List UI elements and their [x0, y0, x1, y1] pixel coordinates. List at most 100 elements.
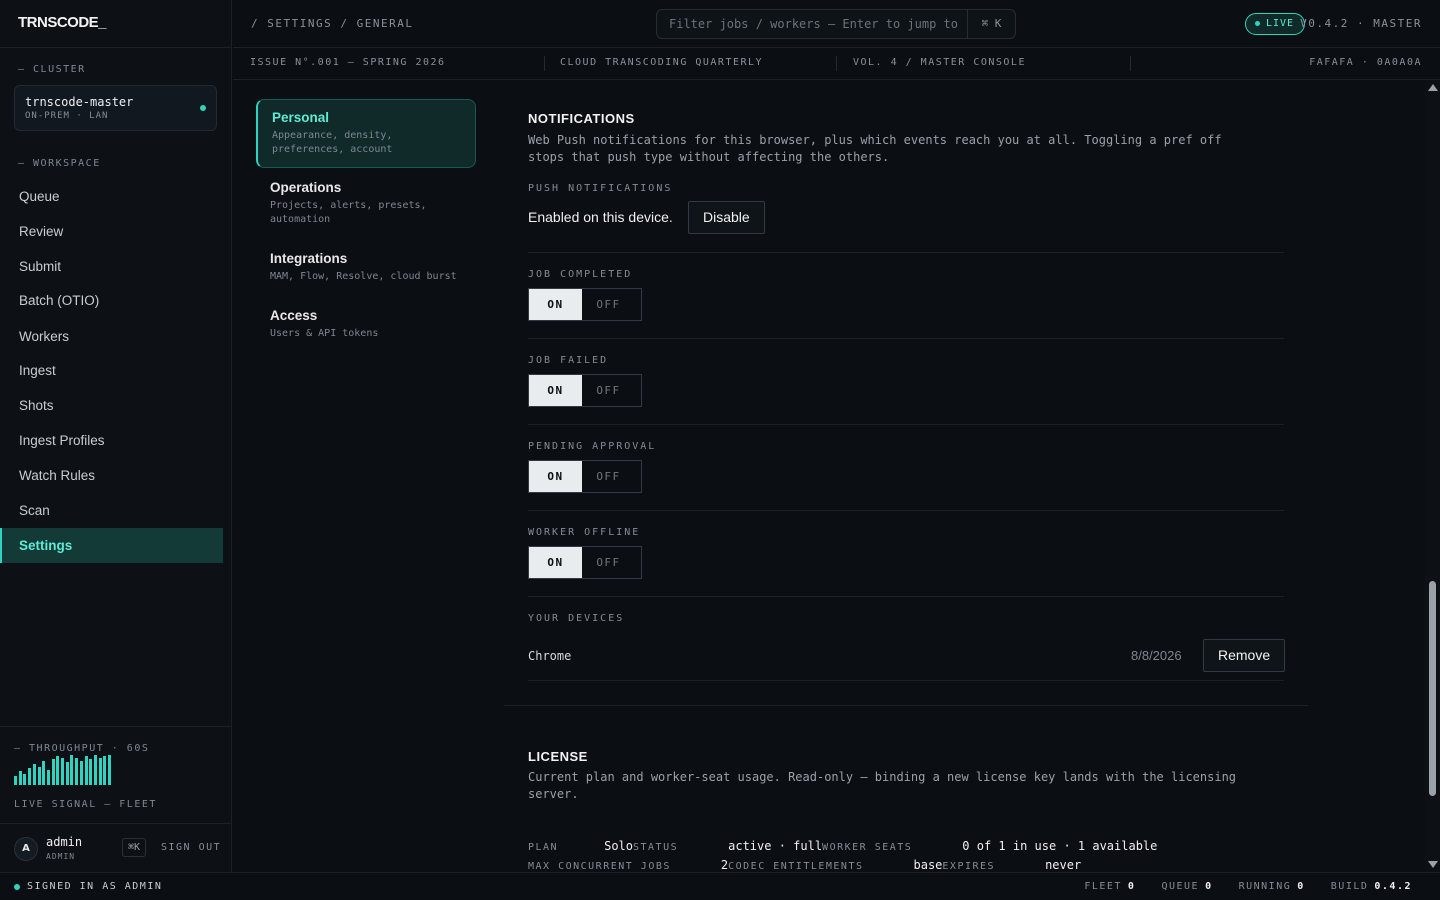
user-name: admin	[46, 835, 83, 849]
search-box: ⌘ K	[656, 9, 1016, 39]
expires-key: EXPIRES	[942, 861, 996, 872]
throughput-bar	[75, 758, 79, 785]
status-value: active · full	[728, 839, 823, 853]
subnav-title: Access	[270, 308, 318, 323]
subnav-title: Integrations	[270, 251, 348, 266]
sidebar-item-ingest[interactable]: Ingest	[0, 353, 223, 388]
command-palette-shortcut[interactable]: ⌘K	[122, 838, 147, 857]
section-divider	[528, 680, 1284, 681]
subnav-item-personal[interactable]: Personal Appearance, density, preference…	[256, 99, 476, 168]
settings-content: NOTIFICATIONS Web Push notifications for…	[504, 80, 1424, 872]
queue-stat: QUEUE 0	[1161, 881, 1212, 892]
subnav-item-integrations[interactable]: Integrations MAM, Flow, Resolve, cloud b…	[256, 241, 476, 294]
section-divider	[528, 510, 1284, 511]
sidebar-item-workers[interactable]: Workers	[0, 319, 223, 354]
push-notifications-label: PUSH NOTIFICATIONS	[528, 183, 673, 194]
throughput-bar	[70, 755, 74, 785]
subnav-description: MAM, Flow, Resolve, cloud burst	[270, 271, 457, 282]
throughput-label: — THROUGHPUT · 60S	[14, 743, 150, 754]
throughput-bar	[18, 771, 22, 785]
seats-key: WORKER SEATS	[822, 842, 913, 853]
issue-separator	[1130, 56, 1131, 71]
palette-label: FAFAFA · 0A0A0A	[1309, 57, 1422, 68]
pref-label-worker-offline: WORKER OFFLINE	[528, 527, 641, 538]
sign-out-button[interactable]: SIGN OUT	[161, 842, 221, 853]
sidebar-item-watch-rules[interactable]: Watch Rules	[0, 458, 223, 493]
expires-value: never	[1045, 858, 1082, 872]
toggle-off-option[interactable]: OFF	[582, 375, 635, 406]
cluster-name: trnscode-master	[25, 95, 134, 109]
signed-in-status: SIGNED IN AS ADMIN	[14, 881, 162, 892]
version-label: V0.4.2 · MASTER	[1300, 17, 1422, 30]
pref-label-job-completed: JOB COMPLETED	[528, 269, 633, 280]
scrollbar-thumb[interactable]	[1429, 581, 1436, 796]
license-title: LICENSE	[528, 749, 588, 764]
breadcrumb[interactable]: / SETTINGS / GENERAL	[251, 17, 413, 30]
sidebar-item-batch[interactable]: Batch (OTIO)	[0, 283, 223, 318]
throughput-bar	[42, 761, 46, 785]
subnav-item-access[interactable]: Access Users & API tokens	[256, 298, 476, 351]
push-status-text: Enabled on this device.	[528, 209, 673, 225]
fleet-key: FLEET	[1084, 881, 1122, 892]
search-shortcut[interactable]: ⌘ K	[967, 10, 1015, 38]
workspace-section-label: — WORKSPACE	[18, 158, 101, 169]
subnav-item-operations[interactable]: Operations Projects, alerts, presets, au…	[256, 170, 476, 237]
sidebar-item-submit[interactable]: Submit	[0, 249, 223, 284]
toggle-off-option[interactable]: OFF	[582, 461, 635, 492]
toggle-on-option[interactable]: ON	[529, 375, 582, 406]
user-role: ADMIN	[46, 852, 76, 861]
remove-device-button[interactable]: Remove	[1203, 639, 1286, 672]
subnav-description: Appearance, density, preferences, accoun…	[272, 130, 393, 155]
issue-separator	[544, 56, 545, 71]
cluster-section-label: — CLUSTER	[18, 64, 86, 75]
top-bar: / SETTINGS / GENERAL ⌘ K LIVE V0.4.2 · M…	[233, 0, 1440, 48]
cluster-selector[interactable]: trnscode-master ON-PREM · LAN	[14, 85, 217, 131]
device-name: Chrome	[528, 649, 572, 663]
sidebar-item-shots[interactable]: Shots	[0, 388, 223, 423]
pref-label-pending-approval: PENDING APPROVAL	[528, 441, 657, 452]
scroll-up-icon[interactable]	[1428, 84, 1438, 91]
toggle-on-option[interactable]: ON	[529, 547, 582, 578]
sidebar-item-settings[interactable]: Settings	[0, 528, 223, 563]
toggle-pending-approval: ON OFF	[528, 460, 642, 493]
throughput-bar	[84, 756, 88, 785]
sidebar-item-queue[interactable]: Queue	[0, 179, 223, 214]
throughput-bar	[103, 756, 107, 785]
throughput-bar	[61, 758, 64, 785]
publication-name: CLOUD TRANSCODING QUARTERLY	[560, 57, 764, 68]
seats-value: 0 of 1 in use · 1 available	[962, 839, 1158, 853]
throughput-bar	[65, 762, 69, 785]
toggle-off-option[interactable]: OFF	[582, 289, 635, 320]
throughput-bar	[23, 774, 27, 785]
toggle-job-completed: ON OFF	[528, 288, 642, 321]
codec-value: base	[913, 858, 943, 872]
status-bar: SIGNED IN AS ADMIN FLEET 0 QUEUE 0 RUNNING…	[0, 872, 1440, 900]
fleet-stat: FLEET 0	[1084, 881, 1135, 892]
sidebar-item-scan[interactable]: Scan	[0, 493, 223, 528]
toggle-on-option[interactable]: ON	[529, 461, 582, 492]
throughput-bar	[93, 755, 97, 785]
sidebar: TRNSCODE_ — CLUSTER trnscode-master ON-P…	[0, 0, 232, 872]
content-scrollbar[interactable]	[1425, 80, 1440, 872]
toggle-worker-offline: ON OFF	[528, 546, 642, 579]
app-logo[interactable]: TRNSCODE_	[18, 14, 107, 31]
section-divider	[528, 596, 1284, 597]
search-input[interactable]	[657, 10, 967, 38]
throughput-bar	[46, 770, 50, 785]
throughput-bar	[51, 759, 55, 785]
sidebar-item-review[interactable]: Review	[0, 214, 223, 249]
issue-number: ISSUE N°.001 — SPRING 2026	[250, 57, 446, 68]
sidebar-item-ingest-profiles[interactable]: Ingest Profiles	[0, 423, 223, 458]
scroll-down-icon[interactable]	[1428, 861, 1438, 868]
disable-push-button[interactable]: Disable	[688, 201, 765, 234]
plan-value: Solo	[604, 839, 633, 853]
build-key: BUILD	[1330, 881, 1369, 892]
section-divider	[528, 424, 1284, 425]
avatar[interactable]: A	[14, 837, 38, 861]
subnav-description: Projects, alerts, presets, automation	[270, 200, 427, 225]
toggle-off-option[interactable]: OFF	[582, 547, 635, 578]
toggle-on-option[interactable]: ON	[529, 289, 582, 320]
issue-strip: ISSUE N°.001 — SPRING 2026 CLOUD TRANSCO…	[233, 48, 1440, 80]
running-value: 0	[1297, 881, 1305, 892]
subnav-description: Users & API tokens	[270, 328, 379, 339]
